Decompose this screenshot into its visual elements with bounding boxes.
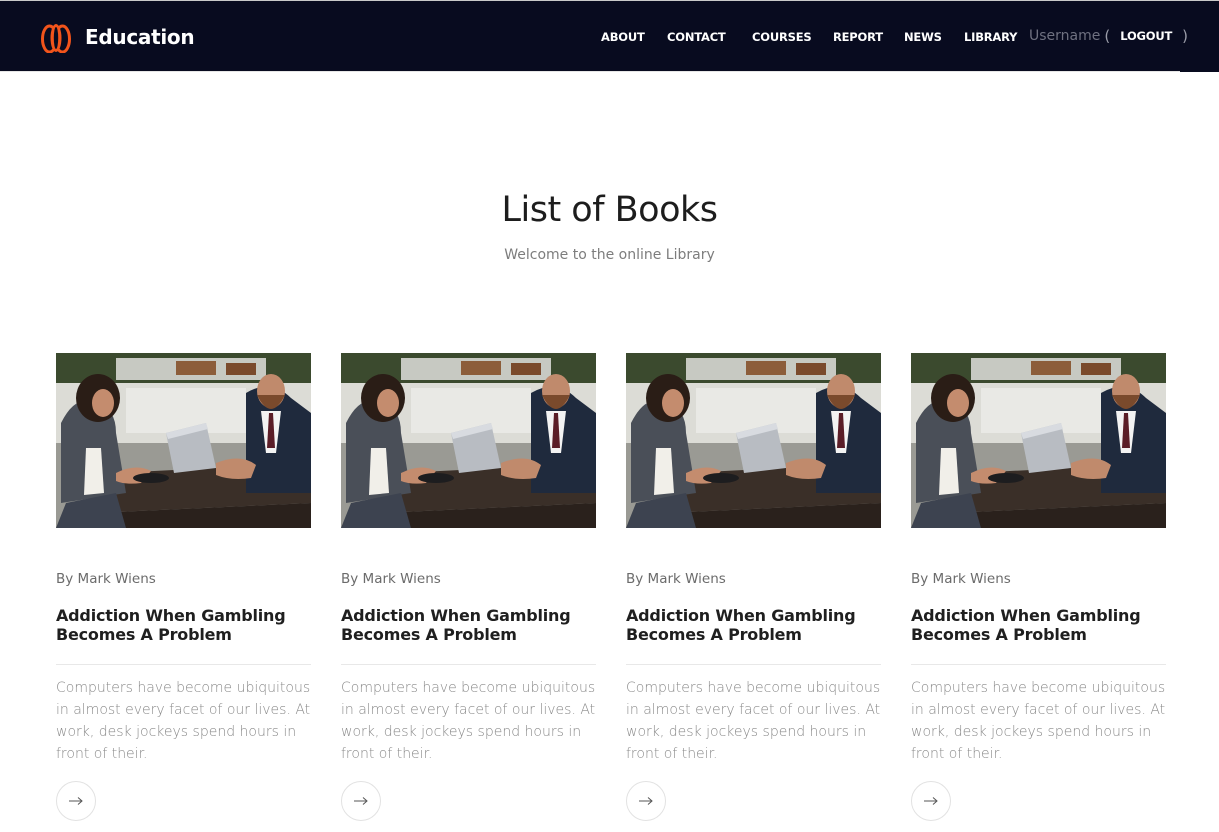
arrow-right-icon <box>69 797 83 805</box>
nav-about[interactable]: ABOUT <box>601 30 645 44</box>
paren-close: ) <box>1182 27 1188 45</box>
header-divider <box>0 71 1180 72</box>
book-title[interactable]: Addiction When Gambling Becomes A Proble… <box>56 606 311 644</box>
nav-news[interactable]: NEWS <box>904 30 942 44</box>
nav-report[interactable]: REPORT <box>833 30 883 44</box>
book-title[interactable]: Addiction When Gambling Becomes A Proble… <box>341 606 596 644</box>
book-cover-image[interactable] <box>341 353 596 528</box>
user-session: Username ( LOGOUT ) <box>1029 27 1192 45</box>
book-cover-image[interactable] <box>56 353 311 528</box>
book-author: By Mark Wiens <box>626 571 726 587</box>
read-more-button[interactable] <box>911 781 951 821</box>
book-author: By Mark Wiens <box>56 571 156 587</box>
book-excerpt: Computers have become ubiquitous in almo… <box>341 680 596 762</box>
card-divider <box>56 664 311 665</box>
nav-contact[interactable]: CONTACT <box>667 30 726 44</box>
book-author: By Mark Wiens <box>341 571 441 587</box>
page-subtitle: Welcome to the online Library <box>504 247 715 263</box>
book-card: By Mark Wiens Addiction When Gambling Be… <box>341 353 596 821</box>
book-title[interactable]: Addiction When Gambling Becomes A Proble… <box>626 606 881 644</box>
book-card: By Mark Wiens Addiction When Gambling Be… <box>911 353 1166 821</box>
book-card: By Mark Wiens Addiction When Gambling Be… <box>626 353 881 821</box>
read-more-button[interactable] <box>626 781 666 821</box>
book-title[interactable]: Addiction When Gambling Becomes A Proble… <box>911 606 1166 644</box>
book-excerpt: Computers have become ubiquitous in almo… <box>911 680 1166 762</box>
card-divider <box>911 664 1166 665</box>
brand-name: Education <box>85 25 195 49</box>
nav-courses[interactable]: COURSES <box>752 30 812 44</box>
book-cover-image[interactable] <box>626 353 881 528</box>
logout-link[interactable]: LOGOUT <box>1120 29 1172 43</box>
read-more-button[interactable] <box>56 781 96 821</box>
read-more-button[interactable] <box>341 781 381 821</box>
card-divider <box>626 664 881 665</box>
brand-home-link[interactable]: Education <box>40 21 195 53</box>
nav-library[interactable]: LIBRARY <box>964 30 1017 44</box>
username-label: Username <box>1029 28 1101 44</box>
arrow-right-icon <box>924 797 938 805</box>
arrow-right-icon <box>354 797 368 805</box>
book-excerpt: Computers have become ubiquitous in almo… <box>626 680 881 762</box>
book-excerpt: Computers have become ubiquitous in almo… <box>56 680 311 762</box>
book-cover-image[interactable] <box>911 353 1166 528</box>
page-title: List of Books <box>501 190 718 230</box>
top-navigation-bar: Education ABOUT CONTACT COURSES REPORT N… <box>0 0 1219 72</box>
book-card: By Mark Wiens Addiction When Gambling Be… <box>56 353 311 821</box>
paren-open: ( <box>1104 27 1111 45</box>
card-divider <box>341 664 596 665</box>
arrow-right-icon <box>639 797 653 805</box>
book-author: By Mark Wiens <box>911 571 1011 587</box>
flame-petal-logo-icon <box>41 24 71 53</box>
